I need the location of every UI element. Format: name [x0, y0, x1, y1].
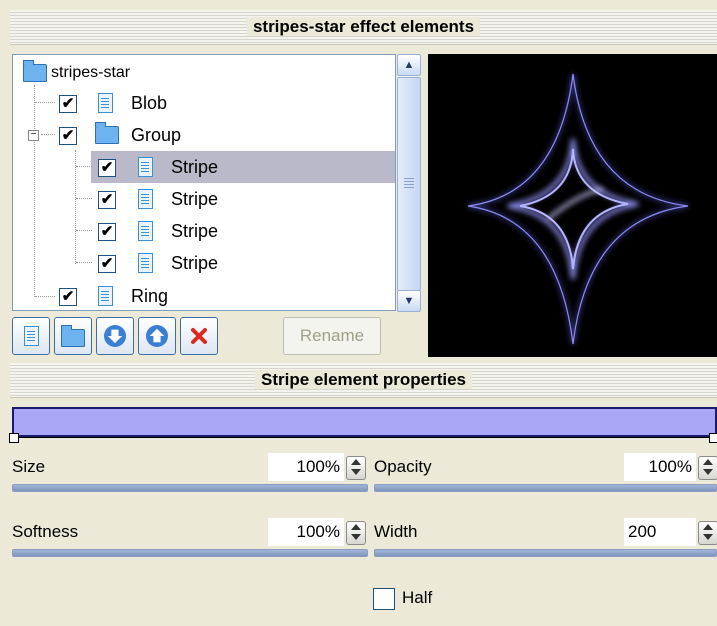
elements-header: stripes-star effect elements	[10, 10, 717, 45]
scroll-thumb[interactable]	[397, 77, 421, 291]
new-file-icon	[24, 326, 39, 346]
checkbox-stripe[interactable]: ✔	[98, 255, 116, 273]
folder-open-icon	[23, 60, 47, 82]
width-slider[interactable]	[374, 549, 717, 557]
scroll-up-button[interactable]: ▲	[397, 54, 421, 76]
move-up-button[interactable]	[138, 317, 176, 355]
properties-header-title: Stripe element properties	[254, 370, 472, 389]
element-tree[interactable]: stripes-star ✔ Blob − ✔ Group ✔ Stripe ✔…	[12, 54, 396, 311]
elements-header-title: stripes-star effect elements	[246, 17, 481, 36]
checkbox-ring[interactable]: ✔	[59, 288, 77, 306]
new-element-button[interactable]	[12, 317, 50, 355]
gradient-stop-left[interactable]	[9, 433, 19, 443]
width-spinner[interactable]: 200	[624, 518, 717, 546]
file-icon	[138, 189, 153, 209]
folder-icon	[95, 122, 119, 144]
opacity-label: Opacity	[374, 457, 432, 476]
tree-item-stripe[interactable]: ✔ Stripe	[13, 183, 393, 215]
checkbox-stripe[interactable]: ✔	[98, 223, 116, 241]
softness-spin-buttons[interactable]	[346, 521, 366, 545]
half-label: Half	[402, 588, 433, 607]
checkbox-group[interactable]: ✔	[59, 127, 77, 145]
scroll-down-button[interactable]: ▼	[397, 290, 421, 312]
file-icon	[98, 286, 113, 306]
tree-root-label: stripes-star	[51, 64, 131, 81]
tree-item-blob[interactable]: ✔ Blob	[13, 87, 393, 119]
rename-button[interactable]: Rename	[283, 317, 381, 355]
file-icon	[138, 221, 153, 241]
tree-item-label: Ring	[131, 286, 169, 306]
tree-item-label: Group	[131, 125, 182, 145]
file-icon	[138, 253, 153, 273]
properties-header: Stripe element properties	[10, 363, 717, 398]
size-spin-buttons[interactable]	[346, 456, 366, 480]
tree-item-label: Stripe	[171, 189, 219, 209]
gradient-editor[interactable]	[12, 407, 717, 437]
delete-button[interactable]	[180, 317, 218, 355]
new-group-button[interactable]	[54, 317, 92, 355]
move-down-button[interactable]	[96, 317, 134, 355]
softness-label: Softness	[12, 522, 79, 541]
collapse-icon[interactable]: −	[28, 130, 39, 141]
arrow-down-icon	[104, 325, 126, 347]
softness-value[interactable]: 100%	[268, 518, 344, 546]
file-icon	[98, 93, 113, 113]
opacity-slider[interactable]	[374, 484, 717, 492]
size-label: Size	[12, 457, 46, 476]
stripes-star-preview	[467, 73, 689, 345]
width-label: Width	[374, 522, 418, 541]
tree-item-label: Stripe	[171, 221, 219, 241]
size-spinner[interactable]: 100%	[268, 453, 368, 481]
tree-item-stripe[interactable]: ✔ Stripe	[13, 215, 393, 247]
tree-root[interactable]: stripes-star	[13, 57, 393, 89]
arrow-up-icon	[146, 325, 168, 347]
checkbox-stripe[interactable]: ✔	[98, 159, 116, 177]
checkbox-stripe[interactable]: ✔	[98, 191, 116, 209]
opacity-spinner[interactable]: 100%	[624, 453, 717, 481]
tree-item-stripe[interactable]: ✔ Stripe	[13, 151, 393, 183]
size-value[interactable]: 100%	[268, 453, 344, 481]
softness-spinner[interactable]: 100%	[268, 518, 368, 546]
delete-icon	[191, 328, 207, 344]
width-spin-buttons[interactable]	[698, 521, 717, 545]
new-folder-icon	[61, 325, 85, 347]
gradient-baseline	[12, 437, 717, 438]
tree-item-ring[interactable]: ✔ Ring	[13, 280, 393, 310]
tree-item-label: Stripe	[171, 157, 219, 177]
softness-slider[interactable]	[12, 549, 368, 557]
half-checkbox[interactable]	[373, 588, 395, 610]
opacity-value[interactable]: 100%	[624, 453, 696, 481]
tree-scrollbar[interactable]: ▲ ▼	[397, 54, 421, 312]
width-value[interactable]: 200	[624, 518, 696, 546]
tree-item-label: Stripe	[171, 253, 219, 273]
tree-item-group[interactable]: − ✔ Group	[13, 119, 393, 151]
file-icon	[138, 157, 153, 177]
tree-item-label: Blob	[131, 93, 168, 113]
checkbox-blob[interactable]: ✔	[59, 95, 77, 113]
gradient-stop-right[interactable]	[709, 433, 717, 443]
tree-item-stripe[interactable]: ✔ Stripe	[13, 247, 393, 279]
size-slider[interactable]	[12, 484, 368, 492]
opacity-spin-buttons[interactable]	[698, 456, 717, 480]
effect-preview	[428, 54, 717, 357]
grip-icon	[404, 178, 414, 179]
